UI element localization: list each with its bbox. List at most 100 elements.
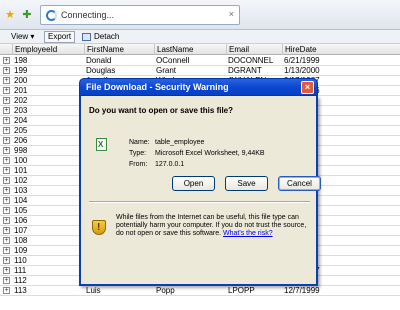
row-expand-icon[interactable]: + xyxy=(3,207,10,214)
cell-employeeid: 101 xyxy=(14,166,28,175)
row-expand-icon[interactable]: + xyxy=(3,237,10,244)
detach-icon xyxy=(82,33,91,41)
cell-lastname: Popp xyxy=(156,286,175,295)
file-source: 127.0.0.1 xyxy=(155,161,185,168)
cell-employeeid: 106 xyxy=(14,216,28,225)
cell-employeeid: 203 xyxy=(14,106,28,115)
view-menu-button[interactable]: View ▾ xyxy=(8,31,37,43)
row-expand-icon[interactable]: + xyxy=(3,177,10,184)
column-header-email[interactable]: Email xyxy=(226,44,280,55)
row-expand-icon[interactable]: + xyxy=(3,187,10,194)
cell-email: DGRANT xyxy=(228,66,262,75)
cell-hiredate: 6/21/1999 xyxy=(284,56,320,65)
file-type: Microsoft Excel Worksheet, 9,44KB xyxy=(155,150,265,157)
cell-employeeid: 110 xyxy=(14,256,27,265)
excel-file-icon xyxy=(96,138,107,151)
from-label: From: xyxy=(129,161,148,168)
open-button[interactable]: Open xyxy=(172,176,215,191)
cell-employeeid: 998 xyxy=(14,146,28,155)
favorites-star-icon[interactable]: ★ xyxy=(4,9,16,21)
table-row[interactable]: +199 Douglas Grant DGRANT 1/13/2000 xyxy=(0,66,400,76)
row-expand-icon[interactable]: + xyxy=(3,277,10,284)
cell-employeeid: 206 xyxy=(14,136,28,145)
loading-spinner-icon xyxy=(46,10,57,21)
cell-hiredate: 12/7/1999 xyxy=(284,286,320,295)
cell-employeeid: 113 xyxy=(14,286,27,295)
save-button[interactable]: Save xyxy=(225,176,268,191)
cell-employeeid: 199 xyxy=(14,66,28,75)
browser-tab[interactable]: Connecting... × xyxy=(40,5,240,25)
cell-employeeid: 205 xyxy=(14,126,28,135)
column-header-hiredate[interactable]: HireDate xyxy=(282,44,352,55)
cell-employeeid: 204 xyxy=(14,116,28,125)
cell-employeeid: 105 xyxy=(14,206,28,215)
row-expand-icon[interactable]: + xyxy=(3,227,10,234)
file-download-dialog: File Download - Security Warning × Do yo… xyxy=(79,78,321,286)
whats-the-risk-link[interactable]: What's the risk? xyxy=(223,230,273,237)
cancel-button[interactable]: Cancel xyxy=(278,176,321,191)
row-expand-icon[interactable]: + xyxy=(3,57,10,64)
table-row[interactable]: +113 Luis Popp LPOPP 12/7/1999 xyxy=(0,286,400,296)
cell-hiredate: 1/13/2000 xyxy=(284,66,320,75)
cell-firstname: Luis xyxy=(86,286,101,295)
cell-employeeid: 108 xyxy=(14,236,28,245)
row-expand-icon[interactable]: + xyxy=(3,197,10,204)
dialog-separator xyxy=(89,201,310,203)
cell-email: LPOPP xyxy=(228,286,255,295)
file-name: table_employee xyxy=(155,139,205,146)
detach-button[interactable]: Detach xyxy=(80,31,122,43)
row-expand-icon[interactable]: + xyxy=(3,97,10,104)
cell-employeeid: 200 xyxy=(14,76,28,85)
row-expand-icon[interactable]: + xyxy=(3,147,10,154)
row-expand-icon[interactable]: + xyxy=(3,217,10,224)
column-header-firstname[interactable]: FirstName xyxy=(84,44,152,55)
dialog-title: File Download - Security Warning xyxy=(86,82,229,92)
type-label: Type: xyxy=(129,150,147,157)
row-expand-icon[interactable]: + xyxy=(3,247,10,254)
column-header-employeeid[interactable]: EmployeeId xyxy=(12,44,82,55)
name-label: Name: xyxy=(129,139,150,146)
row-expand-icon[interactable]: + xyxy=(3,137,10,144)
cell-employeeid: 201 xyxy=(14,86,28,95)
tab-close-icon[interactable]: × xyxy=(229,9,234,19)
grid-header: EmployeeId FirstName LastName Email Hire… xyxy=(0,44,400,55)
grid-toolbar: View ▾ Export Detach xyxy=(0,30,400,44)
row-expand-icon[interactable]: + xyxy=(3,117,10,124)
warning-message: While files from the Internet can be use… xyxy=(116,214,307,237)
row-expand-icon[interactable]: + xyxy=(3,157,10,164)
cell-employeeid: 112 xyxy=(14,276,27,285)
cell-email: DOCONNEL xyxy=(228,56,274,65)
row-expand-icon[interactable]: + xyxy=(3,127,10,134)
cell-firstname: Donald xyxy=(86,56,112,65)
table-row[interactable]: +198 Donald OConnell DOCONNEL 6/21/1999 xyxy=(0,56,400,66)
column-header-lastname[interactable]: LastName xyxy=(154,44,224,55)
cell-employeeid: 107 xyxy=(14,226,28,235)
row-expand-icon[interactable]: + xyxy=(3,287,10,294)
detach-label: Detach xyxy=(94,32,120,41)
row-expand-icon[interactable]: + xyxy=(3,87,10,94)
row-expand-icon[interactable]: + xyxy=(3,67,10,74)
row-expand-icon[interactable]: + xyxy=(3,257,10,264)
row-expand-icon[interactable]: + xyxy=(3,267,10,274)
dialog-title-bar: File Download - Security Warning × xyxy=(79,78,318,96)
cell-lastname: Grant xyxy=(156,66,177,75)
cell-lastname: OConnell xyxy=(156,56,190,65)
dialog-question: Do you want to open or save this file? xyxy=(89,106,234,115)
cell-employeeid: 111 xyxy=(14,266,27,275)
cell-employeeid: 198 xyxy=(14,56,28,65)
browser-toolbar: ★ ✚ Connecting... × xyxy=(0,0,400,30)
cell-employeeid: 100 xyxy=(14,156,28,165)
export-button[interactable]: Export xyxy=(44,31,76,43)
cell-employeeid: 103 xyxy=(14,186,28,195)
cell-employeeid: 202 xyxy=(14,96,28,105)
security-warning-text: While files from the Internet can be use… xyxy=(116,214,312,238)
tab-title: Connecting... xyxy=(61,10,115,20)
cell-employeeid: 104 xyxy=(14,196,28,205)
cell-firstname: Douglas xyxy=(86,66,116,75)
cell-employeeid: 102 xyxy=(14,176,28,185)
row-expand-icon[interactable]: + xyxy=(3,77,10,84)
add-favorite-icon[interactable]: ✚ xyxy=(21,9,33,21)
row-expand-icon[interactable]: + xyxy=(3,167,10,174)
dialog-close-icon[interactable]: × xyxy=(301,81,314,94)
row-expand-icon[interactable]: + xyxy=(3,107,10,114)
